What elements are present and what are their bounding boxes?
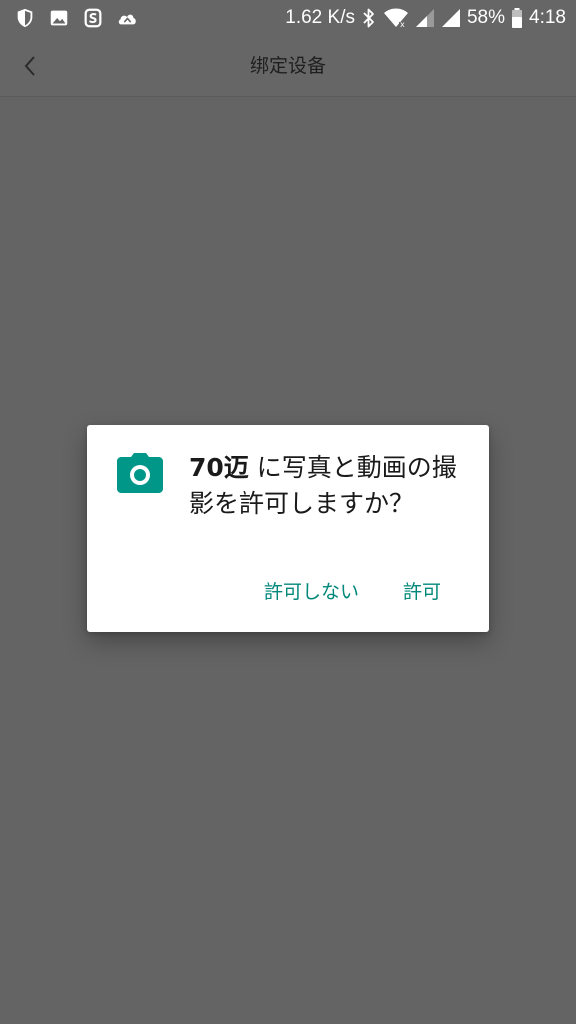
status-bar: 1.62 K/s x 58% 4:18 xyxy=(0,0,576,36)
clock: 4:18 xyxy=(529,7,566,28)
status-bar-notifications xyxy=(14,6,138,30)
app-name: 70迈 xyxy=(189,453,249,482)
signal-icon xyxy=(441,9,460,27)
battery-icon xyxy=(512,8,523,28)
deny-button[interactable]: 許可しない xyxy=(240,570,383,614)
app-notification-icon xyxy=(84,8,102,28)
camera-icon xyxy=(117,453,163,493)
wifi-icon: x xyxy=(383,8,408,29)
status-bar-system: 1.62 K/s x 58% 4:18 xyxy=(285,4,566,32)
allow-button[interactable]: 許可 xyxy=(383,570,489,614)
dialog-actions: 許可しない 許可 xyxy=(240,570,489,614)
svg-text:x: x xyxy=(400,20,405,29)
cloud-icon xyxy=(118,14,136,25)
gallery-icon xyxy=(50,10,68,26)
network-speed: 1.62 K/s xyxy=(285,7,355,28)
bluetooth-icon xyxy=(363,8,374,28)
battery-percent: 58% xyxy=(466,7,506,28)
shield-icon xyxy=(17,8,33,28)
dialog-message: 70迈 に写真と動画の撮影を許可しますか？ xyxy=(189,450,459,522)
page-title: 绑定设备 xyxy=(249,55,326,77)
signal-icon xyxy=(415,9,434,27)
permission-dialog: 70迈 に写真と動画の撮影を許可しますか？ 許可しない 許可 xyxy=(87,425,489,632)
app-bar: 绑定设备 xyxy=(0,36,576,97)
